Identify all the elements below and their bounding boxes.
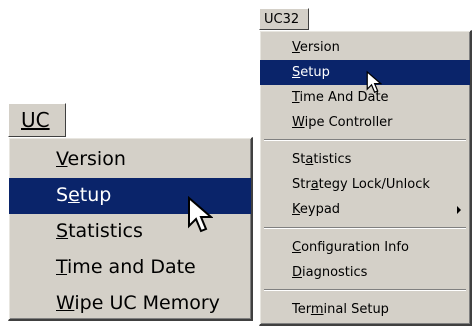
menu-separator (264, 227, 466, 229)
uc32-menu-item-version[interactable]: Version (260, 35, 470, 60)
uc32-menu-item-strategy-lock-unlock[interactable]: Strategy Lock/Unlock (260, 172, 470, 197)
mouse-pointer-icon (366, 70, 382, 94)
uc-menu-item-version[interactable]: Version (9, 142, 251, 178)
uc32-menu-item-statistics[interactable]: Statistics (260, 147, 470, 172)
uc32-menu-item-keypad[interactable]: Keypad (260, 197, 470, 222)
uc-menu-title-label: UC (21, 108, 50, 132)
uc32-menu-title[interactable]: UC32 (259, 8, 309, 30)
uc-menu-item-setup[interactable]: Setup (9, 178, 251, 214)
uc32-menu-title-label: UC32 (264, 12, 300, 27)
uc-menu-item-time-and-date[interactable]: Time and Date (9, 250, 251, 286)
submenu-arrow-icon (457, 206, 461, 214)
uc32-menu-item-time-and-date[interactable]: Time And Date (260, 85, 470, 110)
mouse-pointer-icon (188, 196, 213, 233)
uc32-menu-item-setup[interactable]: Setup (260, 60, 470, 85)
uc32-menu-item-wipe-controller[interactable]: Wipe Controller (260, 110, 470, 135)
uc-menu-item-wipe-uc-memory[interactable]: Wipe UC Memory (9, 286, 251, 322)
uc32-menu-item-diagnostics[interactable]: Diagnostics (260, 260, 470, 285)
uc-menu-title[interactable]: UC (8, 103, 66, 137)
uc32-menu-item-configuration-info[interactable]: Configuration Info (260, 235, 470, 260)
uc32-menu-item-terminal-setup[interactable]: Terminal Setup (260, 297, 470, 322)
menu-separator (264, 289, 466, 291)
uc-menu-item-statistics[interactable]: Statistics (9, 214, 251, 250)
uc-dropdown-menu: Version Setup Statistics Time and Date W… (8, 137, 253, 321)
menu-separator (264, 139, 466, 141)
